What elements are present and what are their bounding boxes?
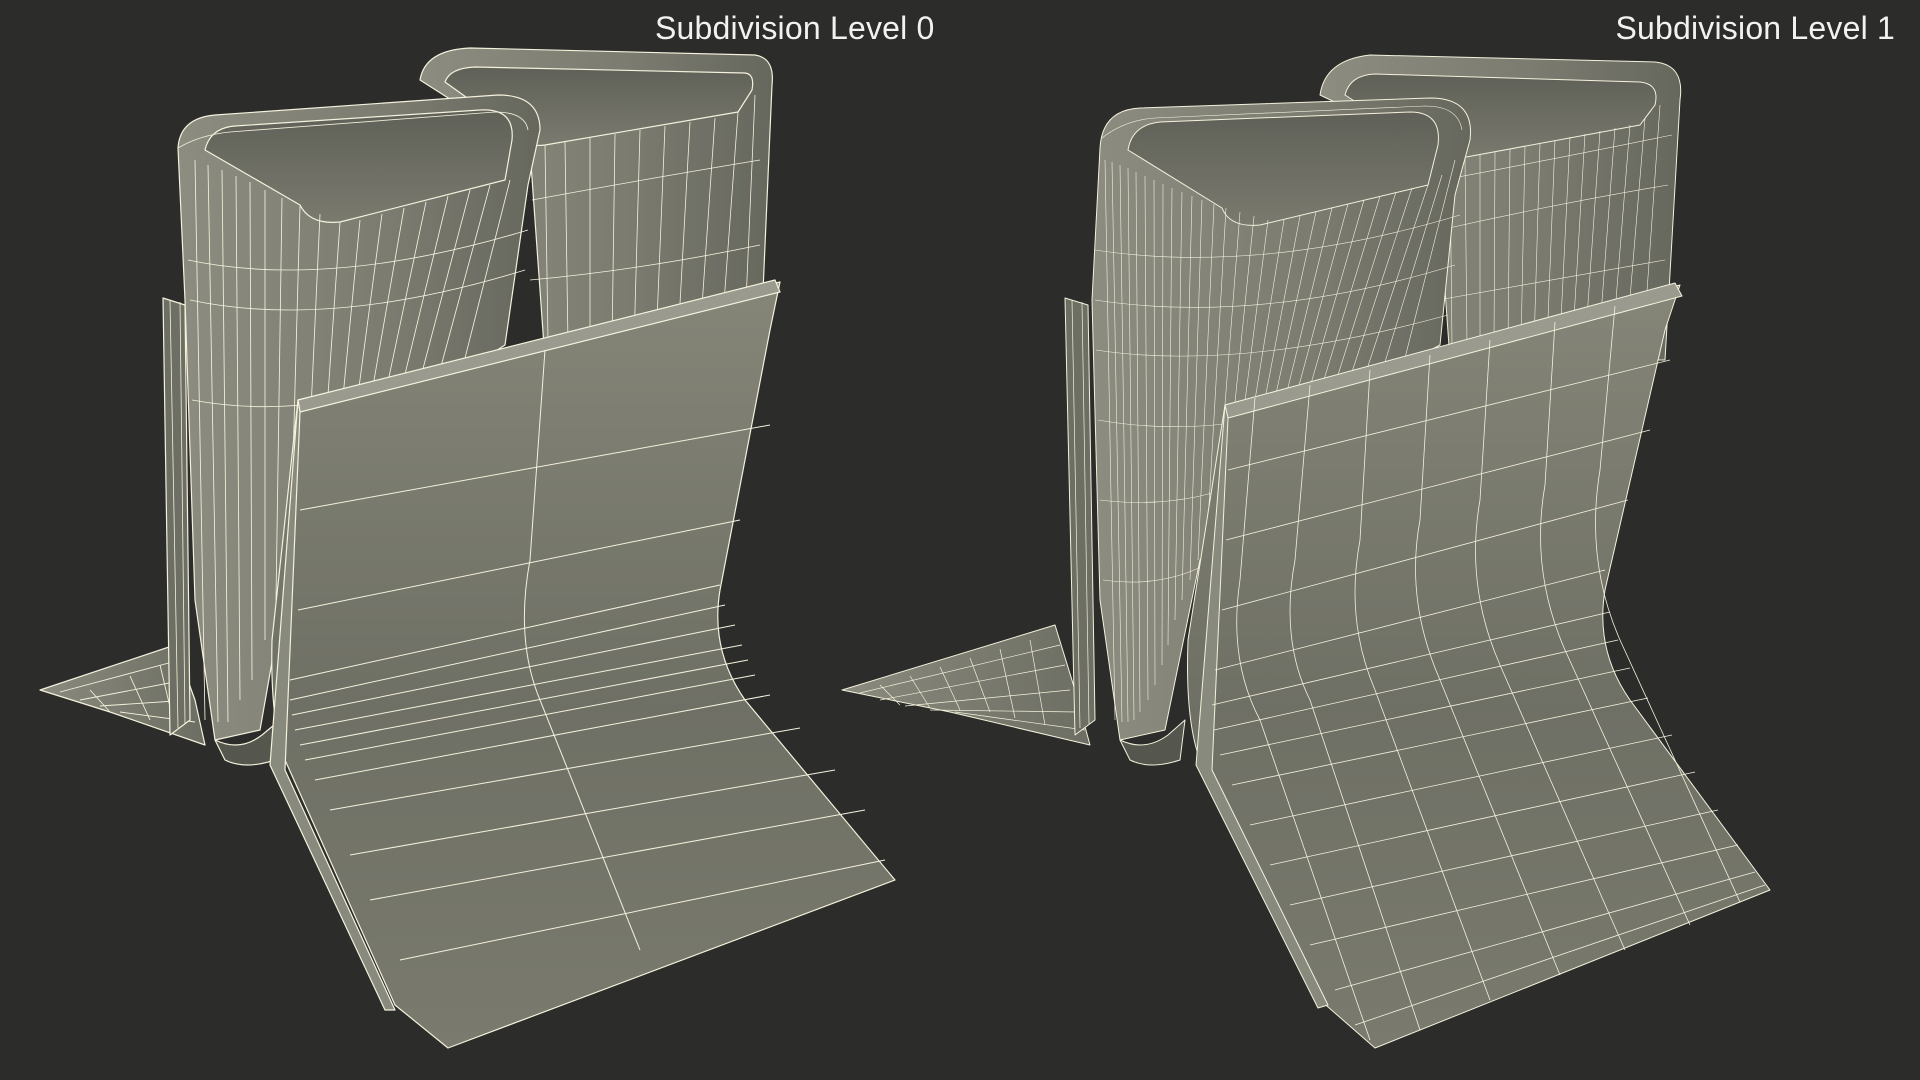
front-slab	[271, 281, 896, 1049]
model-level-0	[39, 47, 896, 1049]
foot-wing-right	[841, 624, 1091, 746]
render-scene	[39, 47, 1771, 1049]
back-plate-l1	[1064, 297, 1096, 736]
model-level-1	[841, 54, 1771, 1049]
viewport: Subdivision Level 0 Subdivision Level 1	[0, 0, 1920, 1080]
